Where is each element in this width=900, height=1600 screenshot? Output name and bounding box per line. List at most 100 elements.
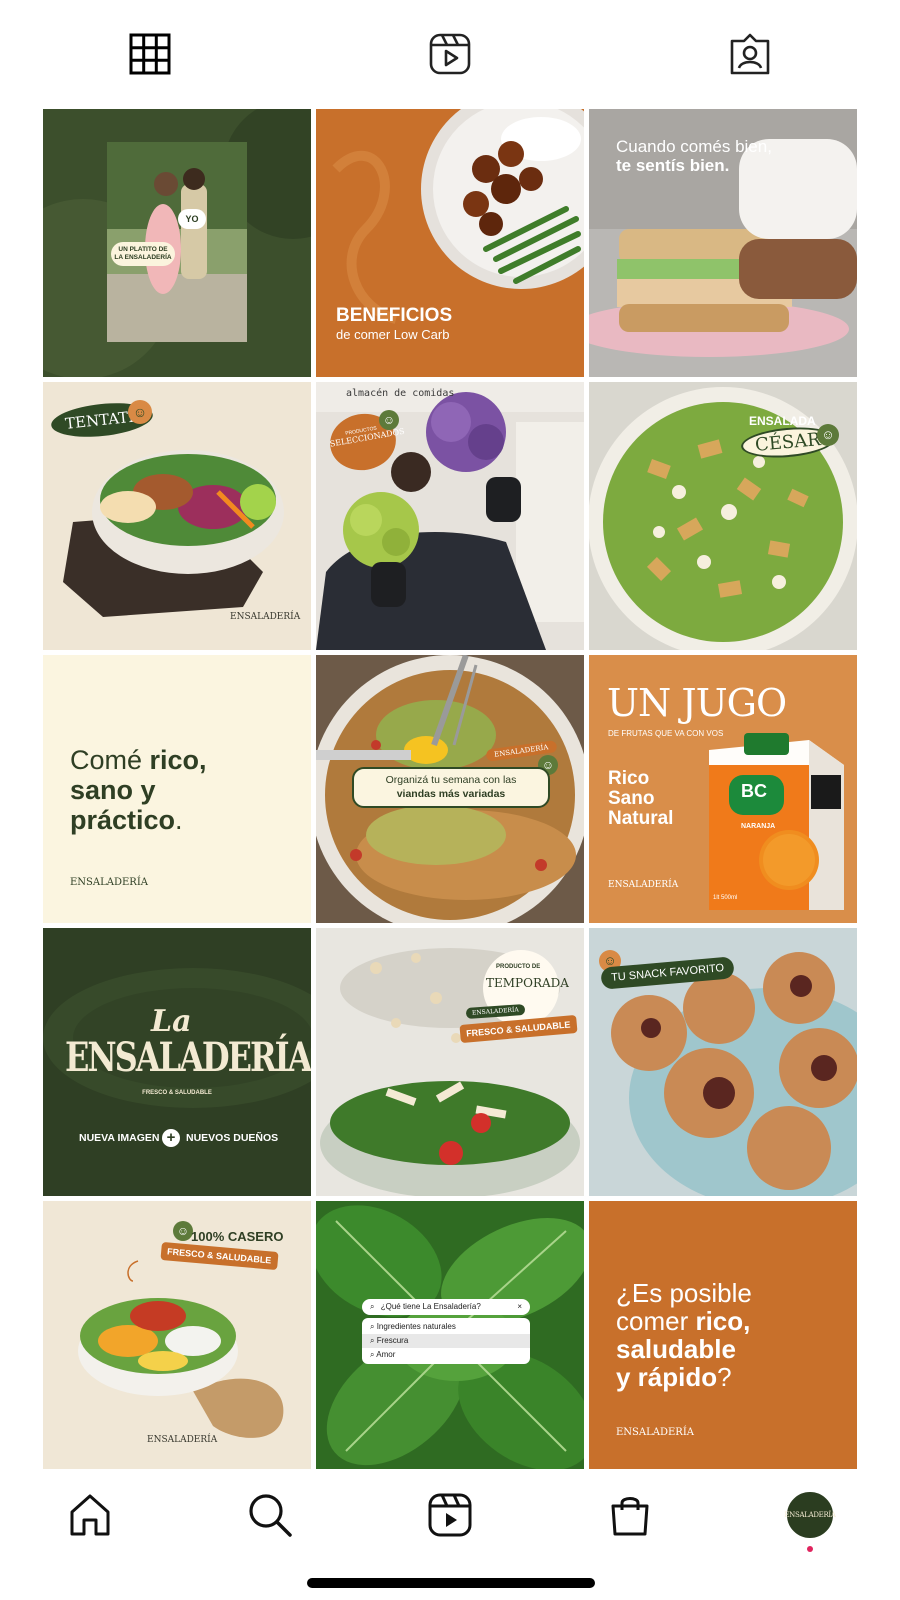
shopping-bag-icon — [611, 1497, 649, 1536]
post-9-title: UN JUGO — [607, 681, 787, 725]
post-7-line1a: Comé — [70, 745, 150, 775]
post-2-title: BENEFICIOS — [336, 305, 453, 326]
search-icon — [249, 1494, 292, 1537]
post-8-line2: viandas más variadas — [396, 787, 506, 800]
post-10[interactable]: La ENSALADERÍA FRESCO & SALUDABLE NUEVA … — [43, 928, 311, 1196]
post-7-line3: práctico. — [70, 805, 207, 835]
post-9-logo: ENSALADERÍA — [608, 880, 679, 890]
post-9-word3: Natural — [608, 808, 674, 829]
post-11[interactable]: PRODUCTO DE TEMPORADA ENSALADERÍA FRESCO… — [316, 928, 584, 1196]
post-15-logo: ENSALADERÍA — [616, 1427, 695, 1438]
post-6[interactable]: ENSALADA CÉSAR ☺ — [589, 382, 857, 650]
post-13[interactable]: ☺ 100% CASERO FRESCO & SALUDABLE ENSALAD… — [43, 1201, 311, 1469]
suggestion-3: ⌕ Amor — [370, 1350, 396, 1359]
post-3-line1: Cuando comés bien, — [616, 137, 772, 156]
avatar: ENSALADERÍA — [784, 1492, 836, 1552]
home-icon — [70, 1494, 110, 1536]
post-7-line3b: . — [175, 805, 183, 835]
nav-shop[interactable] — [540, 1475, 720, 1555]
post-1-caption: UN PLATITO DE LA ENSALADERÍA — [111, 242, 175, 267]
post-2[interactable]: BENEFICIOS de comer Low Carb — [316, 109, 584, 377]
post-10-right: NUEVOS DUEÑOS — [186, 1132, 279, 1144]
smiley-icon: ☺ — [817, 424, 839, 446]
post-11-seal-small: PRODUCTO DE — [496, 964, 541, 970]
post-13-title: 100% CASERO — [191, 1229, 284, 1244]
posts-grid: YO UN PLATITO DE LA ENSALADERÍA BENEFICI… — [43, 109, 857, 1469]
smiley-icon: ☺ — [128, 400, 152, 424]
post-15-line4: y rápido? — [616, 1363, 752, 1391]
avatar-label: ENSALADERÍA — [784, 1511, 836, 1519]
smiley-icon: ☺ — [173, 1221, 193, 1241]
post-15-line4a: y rápido — [616, 1362, 718, 1392]
reels-icon — [428, 1493, 472, 1537]
suggestion-1-text: Ingredientes naturales — [376, 1322, 456, 1331]
tab-grid[interactable] — [0, 0, 300, 108]
post-6-label: ENSALADA — [749, 414, 816, 428]
post-5-sign: almacén de comidas — [346, 388, 455, 399]
profile-page: YO UN PLATITO DE LA ENSALADERÍA BENEFICI… — [0, 0, 900, 1600]
post-15[interactable]: ¿Es posible comer rico, saludable y rápi… — [589, 1201, 857, 1469]
post-12[interactable]: ☺ TU SNACK FAVORITO — [589, 928, 857, 1196]
post-3[interactable]: Cuando comés bien, te sentís bien. — [589, 109, 857, 377]
post-8-banner: Organizá tu semana con las viandas más v… — [352, 767, 550, 809]
post-11-seal: TEMPORADA — [486, 976, 569, 990]
post-1-image — [43, 109, 311, 377]
smiley-icon: ☺ — [379, 410, 399, 430]
post-9-flavor: NARANJA — [741, 823, 776, 830]
nav-home[interactable] — [0, 1475, 180, 1555]
post-2-subtitle: de comer Low Carb — [336, 327, 450, 342]
post-9-brand: BC — [741, 781, 767, 801]
post-11-logo-text: ENSALADERÍA — [471, 1006, 519, 1017]
post-14[interactable]: ⌕ ¿Qué tiene La Ensaladería? × ⌕ Ingredi… — [316, 1201, 584, 1469]
post-15-line2: comer rico, — [616, 1307, 752, 1335]
post-7-line1b: rico, — [149, 745, 207, 775]
search-icon: ⌕ — [370, 1302, 375, 1311]
post-8[interactable]: ENSALADERÍA ☺ Organizá tu semana con las… — [316, 655, 584, 923]
post-15-line2a: comer — [616, 1306, 696, 1336]
post-7-logo: ENSALADERÍA — [70, 877, 149, 888]
home-indicator[interactable] — [307, 1578, 595, 1588]
tab-tagged[interactable] — [600, 0, 900, 108]
post-9-words: Rico Sano Natural — [608, 769, 673, 829]
post-9-subtitle: DE FRUTAS QUE VA CON VOS — [608, 729, 724, 738]
post-7-line3a: práctico — [70, 805, 176, 835]
post-3-line2: te sentís bien. — [616, 156, 730, 175]
post-9-size: 1lt 500ml — [713, 895, 738, 901]
grid-icon — [129, 33, 171, 75]
post-6-image — [589, 382, 857, 650]
post-15-line2b: rico, — [695, 1306, 751, 1336]
post-14-query: ¿Qué tiene La Ensaladería? — [380, 1302, 481, 1311]
nav-reels[interactable] — [360, 1475, 540, 1555]
post-8-line1: Organizá tu semana con las — [385, 774, 517, 786]
post-5[interactable]: almacén de comidas PRODUCTOS SELECCIONAD… — [316, 382, 584, 650]
post-4-logo: ENSALADERÍA — [230, 612, 301, 622]
post-7[interactable]: Comé rico, sano y práctico. ENSALADERÍA — [43, 655, 311, 923]
post-4[interactable]: TENTATE ☺ ENSALADERÍA — [43, 382, 311, 650]
post-15-line1: ¿Es posible — [616, 1278, 752, 1308]
post-14-search: ⌕ ¿Qué tiene La Ensaladería? × — [362, 1299, 530, 1315]
post-10-tag: FRESCO & SALUDABLE — [142, 1090, 212, 1096]
post-1-badge: YO — [178, 209, 206, 229]
post-10-name: ENSALADERÍA — [65, 1033, 311, 1081]
post-15-line3-text: saludable — [616, 1334, 736, 1364]
post-7-line2: sano y — [70, 775, 207, 805]
plus-icon: + — [162, 1129, 180, 1147]
post-9[interactable]: UN JUGO DE FRUTAS QUE VA CON VOS Rico Sa… — [589, 655, 857, 923]
post-15-line3: saludable — [616, 1335, 752, 1363]
post-1[interactable]: YO UN PLATITO DE LA ENSALADERÍA — [43, 109, 311, 377]
tab-reels[interactable] — [300, 0, 600, 108]
post-7-line1: Comé rico, — [70, 745, 207, 775]
reels-icon — [429, 33, 471, 75]
post-13-logo: ENSALADERÍA — [147, 1435, 218, 1445]
post-14-suggestions: ⌕ Ingredientes naturales ⌕ Frescura ⌕ Am… — [362, 1318, 530, 1364]
post-10-left: NUEVA IMAGEN — [79, 1132, 160, 1144]
post-7-line2-text: sano y — [70, 775, 156, 805]
nav-profile[interactable]: ENSALADERÍA — [720, 1475, 900, 1555]
nav-search[interactable] — [180, 1475, 360, 1555]
close-icon: × — [517, 1302, 522, 1311]
post-15-headline: ¿Es posible comer rico, saludable y rápi… — [616, 1279, 752, 1391]
suggestion-2: ⌕ Frescura — [362, 1334, 530, 1348]
tagged-icon — [730, 33, 770, 75]
post-9-word2: Sano — [608, 788, 655, 809]
notification-dot — [807, 1546, 813, 1552]
